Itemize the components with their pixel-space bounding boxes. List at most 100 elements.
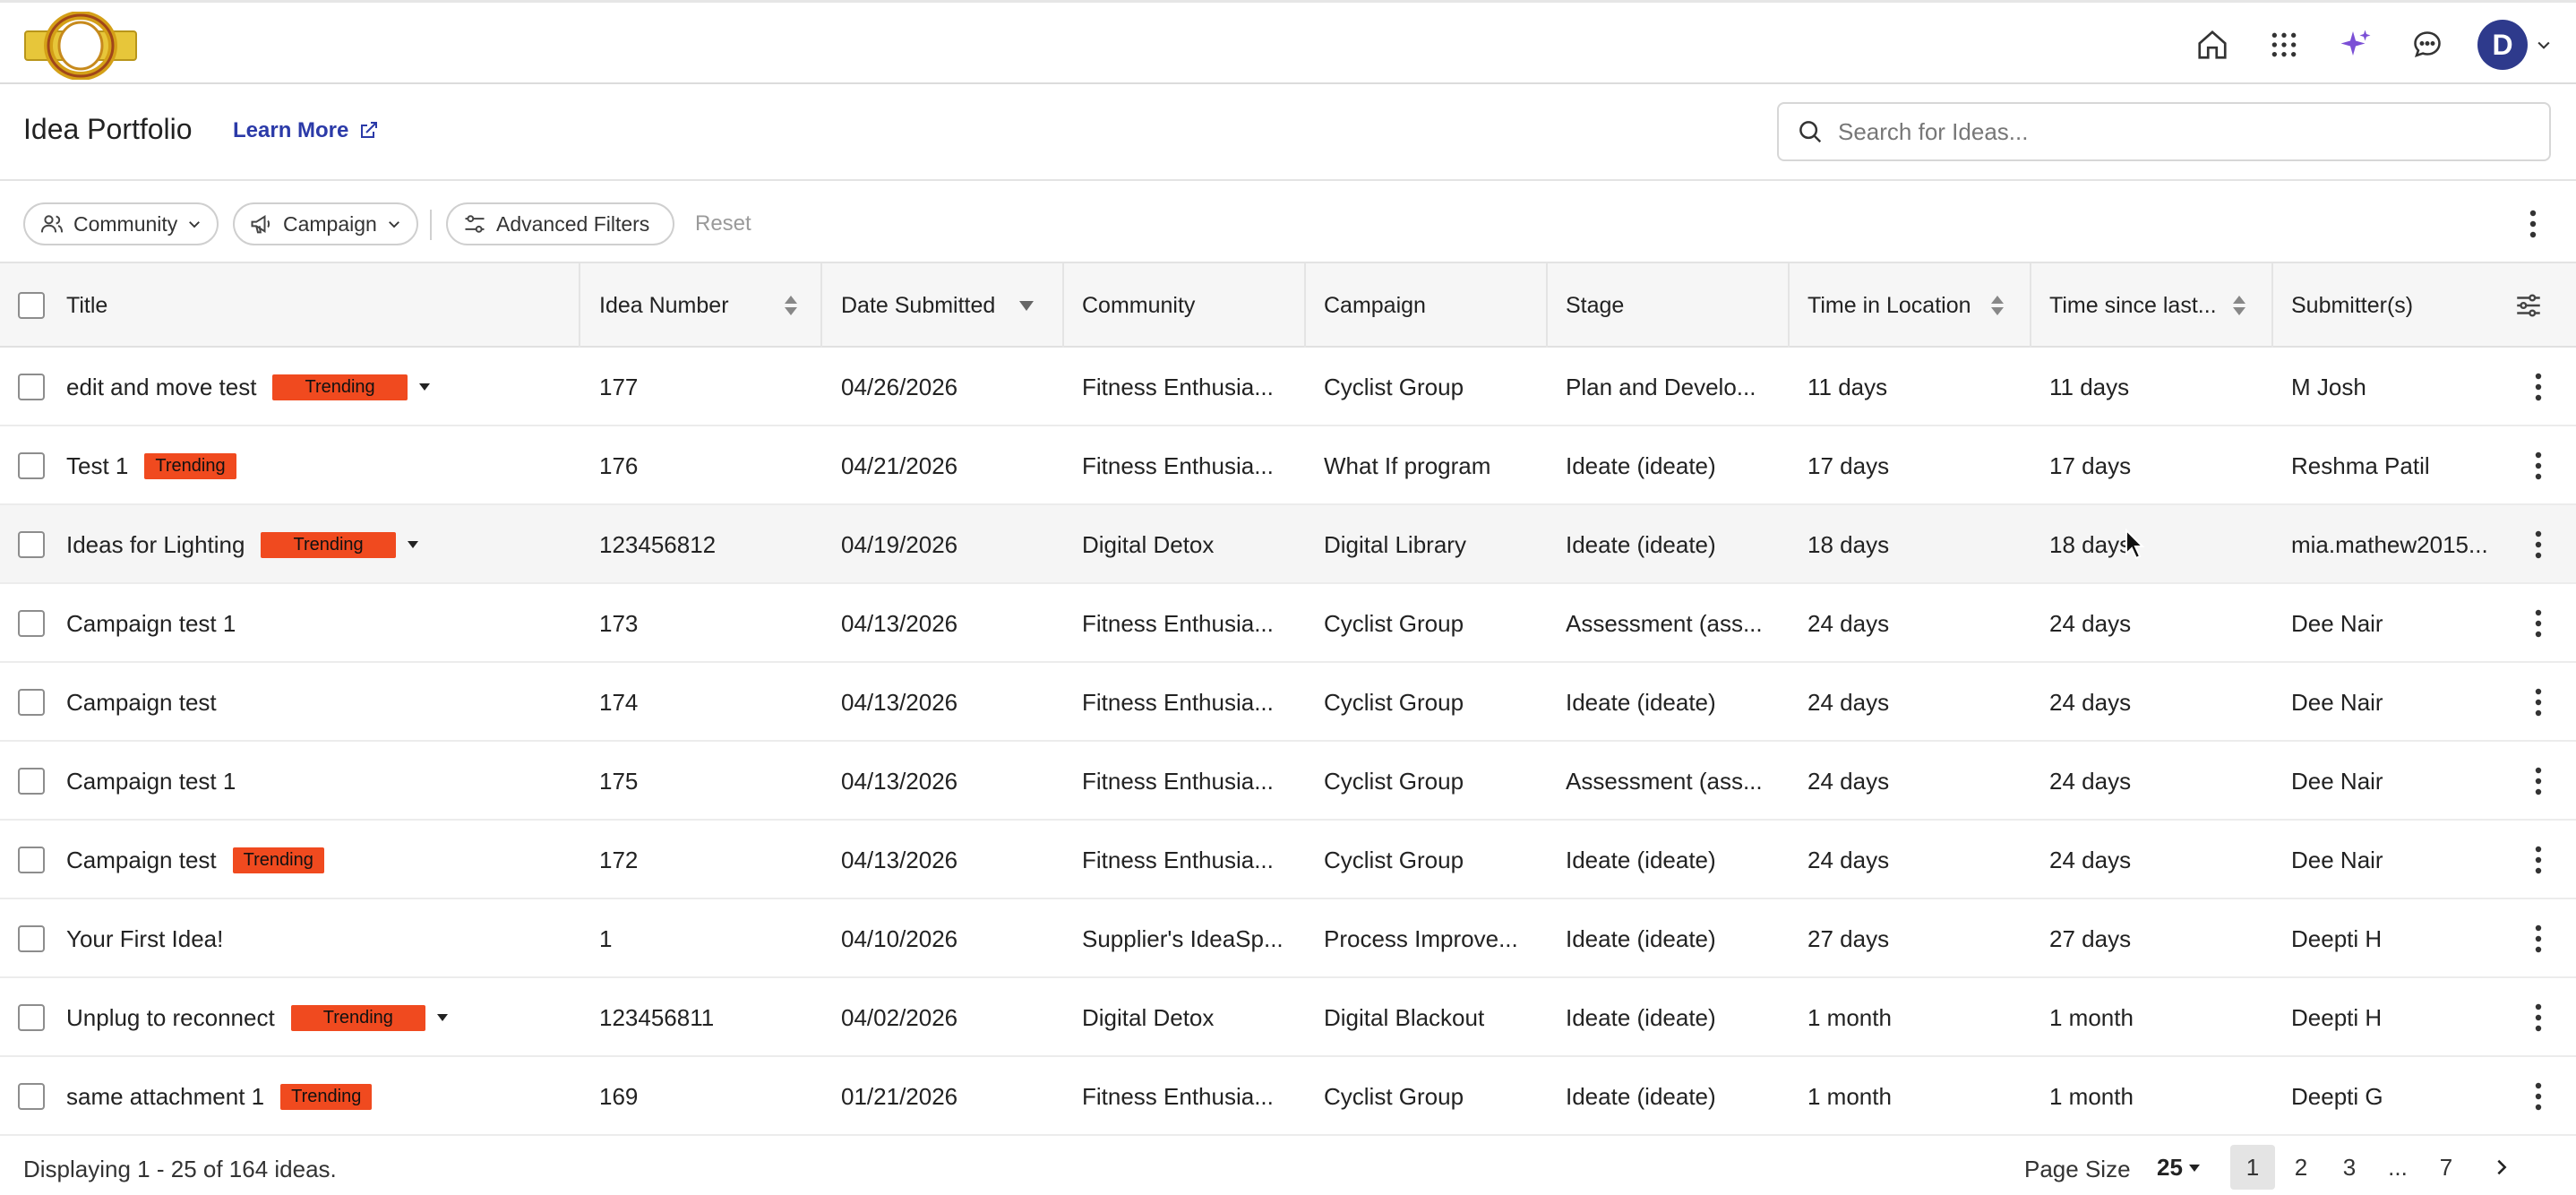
- column-resize-handle[interactable]: [1062, 263, 1064, 348]
- page-button[interactable]: 7: [2424, 1145, 2469, 1190]
- stage-cell: Ideate (ideate): [1566, 530, 1716, 558]
- row-checkbox[interactable]: [18, 847, 45, 873]
- row-actions-icon[interactable]: [2520, 840, 2556, 880]
- community-cell: Digital Detox: [1082, 1003, 1215, 1031]
- apps-grid-icon[interactable]: [2259, 20, 2309, 70]
- page-header: Idea Portfolio Learn More: [0, 84, 2576, 181]
- reset-button[interactable]: Reset: [695, 211, 751, 236]
- table-row[interactable]: same attachment 1 Trending 169 01/21/2026 Fi…: [0, 1057, 2576, 1136]
- page-size-label: Page Size: [2024, 1156, 2131, 1182]
- advanced-filters-button[interactable]: Advanced Filters: [446, 202, 675, 245]
- community-cell: Supplier's IdeaSp...: [1082, 924, 1284, 952]
- row-actions-icon[interactable]: [2520, 1077, 2556, 1116]
- campaign-cell: Cyclist Group: [1324, 767, 1464, 795]
- table-row[interactable]: Ideas for Lighting Trending 123456812 04/19…: [0, 505, 2576, 584]
- row-actions-icon[interactable]: [2520, 683, 2556, 722]
- idea-title[interactable]: Ideas for Lighting: [66, 531, 245, 559]
- column-header-time-since-last[interactable]: Time since last...: [2049, 263, 2247, 348]
- page-title: Idea Portfolio: [23, 113, 193, 145]
- column-header-title[interactable]: Title: [66, 263, 107, 348]
- page-size-select[interactable]: 25: [2157, 1154, 2201, 1182]
- idea-number-cell: 174: [599, 688, 639, 716]
- search-input[interactable]: [1838, 117, 2519, 146]
- idea-title[interactable]: edit and move test: [66, 374, 256, 401]
- record-count: Displaying 1 - 25 of 164 ideas.: [23, 1156, 337, 1182]
- row-actions-icon[interactable]: [2520, 604, 2556, 643]
- column-resize-handle[interactable]: [2030, 263, 2031, 348]
- page-button[interactable]: 2: [2279, 1145, 2323, 1190]
- row-checkbox[interactable]: [18, 768, 45, 795]
- row-actions-icon[interactable]: [2520, 525, 2556, 564]
- page-button[interactable]: 3: [2327, 1145, 2372, 1190]
- community-cell: Fitness Enthusia...: [1082, 451, 1274, 479]
- idea-title[interactable]: same attachment 1: [66, 1083, 264, 1111]
- idea-title[interactable]: Unplug to reconnect: [66, 1004, 275, 1032]
- user-avatar[interactable]: D: [2477, 20, 2528, 70]
- row-actions-icon[interactable]: [2520, 919, 2556, 959]
- column-resize-handle[interactable]: [1304, 263, 1306, 348]
- next-page-icon[interactable]: [2479, 1145, 2524, 1190]
- page-button[interactable]: 1: [2230, 1145, 2275, 1190]
- idea-title[interactable]: Campaign test: [66, 847, 217, 874]
- caret-down-icon[interactable]: [405, 537, 421, 553]
- ai-sparkle-icon[interactable]: [2331, 20, 2381, 70]
- row-actions-icon[interactable]: [2520, 761, 2556, 801]
- chevron-down-icon[interactable]: [2531, 32, 2556, 57]
- row-actions-icon[interactable]: [2520, 998, 2556, 1037]
- row-checkbox[interactable]: [18, 374, 45, 400]
- column-resize-handle[interactable]: [1546, 263, 1548, 348]
- column-header-idea-number[interactable]: Idea Number: [599, 263, 799, 348]
- column-resize-handle[interactable]: [2271, 263, 2273, 348]
- table-row[interactable]: Campaign test Trending 172 04/13/2026 Fitnes…: [0, 821, 2576, 899]
- home-icon[interactable]: [2187, 20, 2237, 70]
- row-checkbox[interactable]: [18, 610, 45, 637]
- idea-title[interactable]: Your First Idea!: [66, 925, 223, 953]
- column-resize-handle[interactable]: [579, 263, 580, 348]
- column-resize-handle[interactable]: [1788, 263, 1790, 348]
- submitter-cell: M Josh: [2291, 373, 2366, 400]
- column-header-time-in-location[interactable]: Time in Location: [1807, 263, 2005, 348]
- idea-title[interactable]: Campaign test: [66, 689, 217, 717]
- brand-logo[interactable]: [23, 11, 138, 81]
- table-row[interactable]: Campaign test 1 173 04/13/2026 Fitness Enth…: [0, 584, 2576, 663]
- column-header-stage[interactable]: Stage: [1566, 263, 1624, 348]
- row-checkbox[interactable]: [18, 925, 45, 952]
- chat-icon[interactable]: [2402, 20, 2452, 70]
- row-checkbox[interactable]: [18, 1004, 45, 1031]
- table-row[interactable]: Unplug to reconnect Trending 123456811 04/0…: [0, 978, 2576, 1057]
- table-row[interactable]: Your First Idea! 1 04/10/2026 Supplier's Id…: [0, 899, 2576, 978]
- idea-title[interactable]: Test 1: [66, 452, 128, 480]
- table-row[interactable]: Campaign test 1 175 04/13/2026 Fitness Enth…: [0, 742, 2576, 821]
- table-row[interactable]: Test 1 Trending 176 04/21/2026 Fitness Enthu…: [0, 426, 2576, 505]
- community-filter[interactable]: Community: [23, 202, 219, 245]
- campaign-filter[interactable]: Campaign: [233, 202, 418, 245]
- row-checkbox[interactable]: [18, 452, 45, 479]
- stage-cell: Ideate (ideate): [1566, 846, 1716, 873]
- idea-title[interactable]: Campaign test 1: [66, 610, 236, 638]
- column-header-date-submitted[interactable]: Date Submitted: [841, 263, 1035, 348]
- column-header-community[interactable]: Community: [1082, 263, 1195, 348]
- row-actions-icon[interactable]: [2520, 367, 2556, 407]
- submitter-cell: Dee Nair: [2291, 767, 2383, 795]
- column-settings-icon[interactable]: [2513, 263, 2544, 348]
- caret-down-icon[interactable]: [416, 379, 433, 395]
- row-checkbox[interactable]: [18, 1083, 45, 1110]
- caret-down-icon[interactable]: [434, 1010, 451, 1026]
- idea-number-cell: 172: [599, 846, 639, 873]
- row-checkbox[interactable]: [18, 531, 45, 558]
- time-since-last-cell: 11 days: [2049, 373, 2130, 400]
- more-options-icon[interactable]: [2515, 204, 2551, 244]
- mouse-pointer-icon: [2125, 528, 2146, 561]
- row-checkbox[interactable]: [18, 689, 45, 716]
- select-all-checkbox[interactable]: [18, 292, 45, 319]
- idea-title[interactable]: Campaign test 1: [66, 768, 236, 795]
- learn-more-link[interactable]: Learn More: [233, 118, 379, 143]
- row-actions-icon[interactable]: [2520, 446, 2556, 486]
- column-header-campaign[interactable]: Campaign: [1324, 263, 1426, 348]
- column-header-submitters[interactable]: Submitter(s): [2291, 263, 2413, 348]
- column-resize-handle[interactable]: [820, 263, 822, 348]
- table-row[interactable]: edit and move test Trending 177 04/26/2026 F…: [0, 348, 2576, 426]
- table-row[interactable]: Campaign test 174 04/13/2026 Fitness Enthus…: [0, 663, 2576, 742]
- campaign-cell: Cyclist Group: [1324, 688, 1464, 716]
- search-box[interactable]: [1777, 102, 2551, 161]
